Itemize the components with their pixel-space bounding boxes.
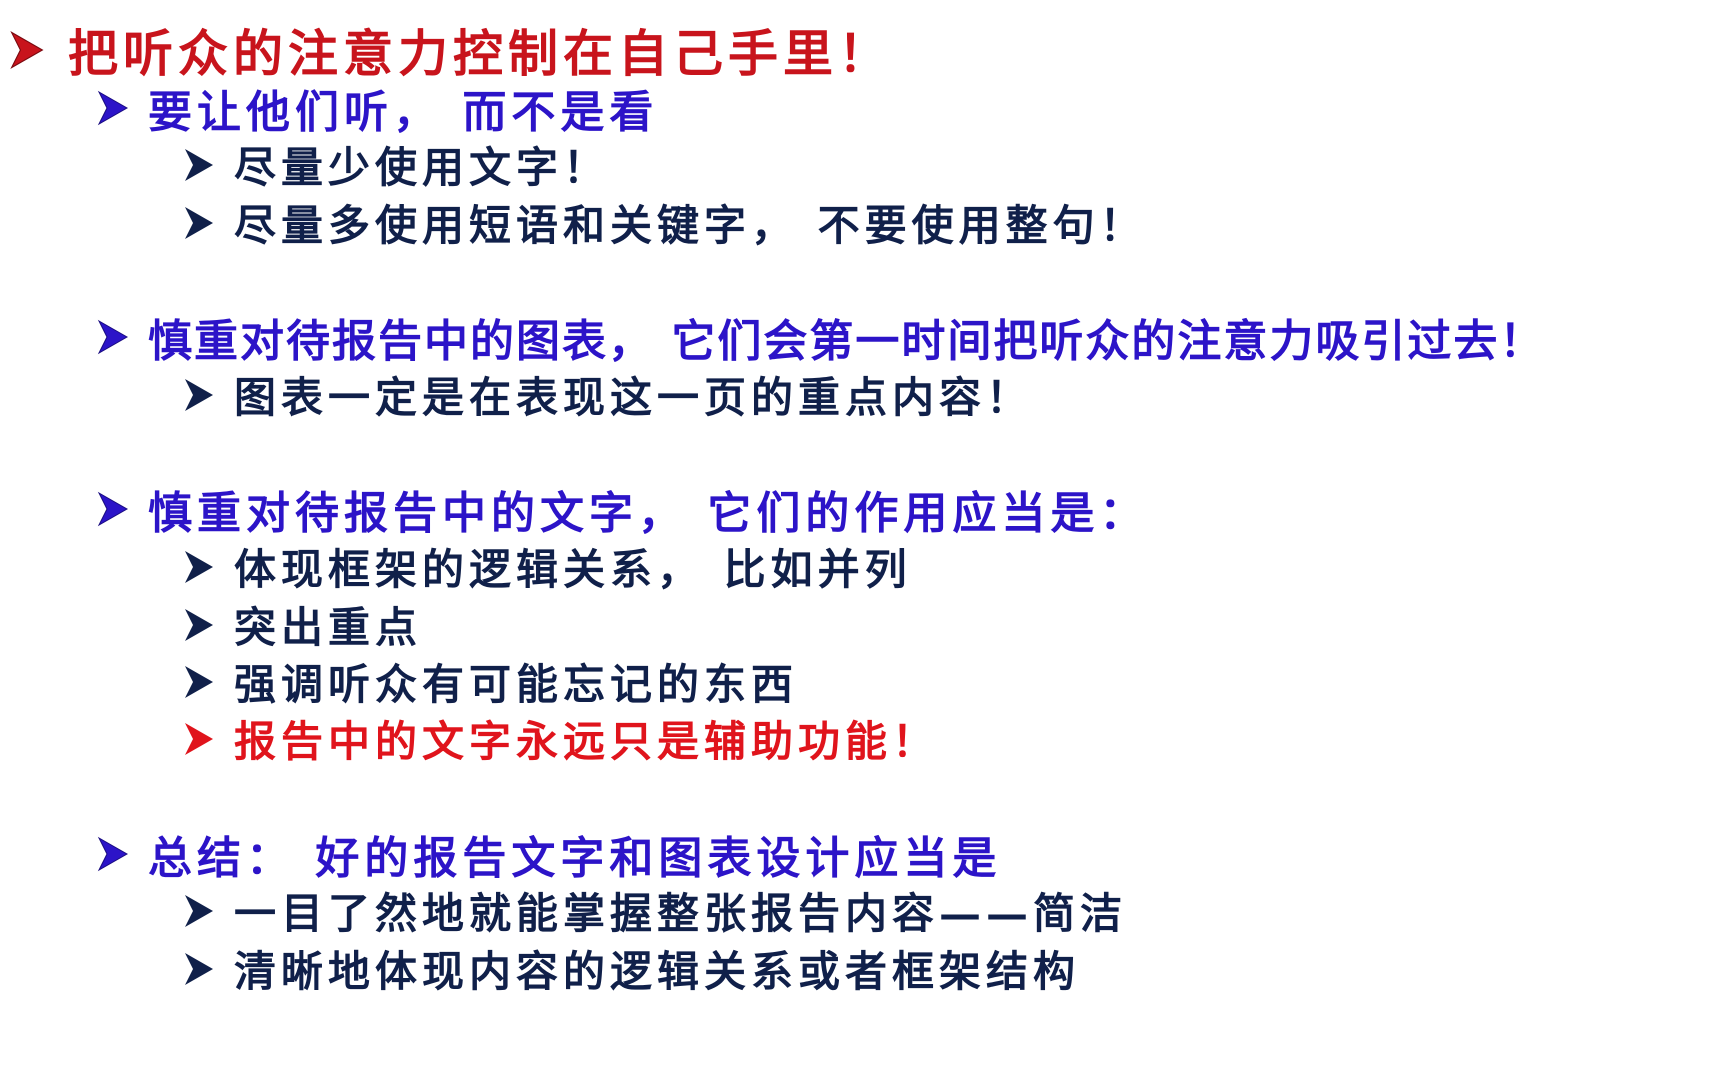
bullet-item-text: 尽量多使用短语和关键字， 不要使用整句！ xyxy=(234,201,1147,250)
arrowhead-bullet-icon xyxy=(182,547,216,587)
bullet-item-row: 一目了然地就能掌握整张报告内容——简洁 xyxy=(182,880,1127,941)
section-heading-row: 慎重对待报告中的文字， 它们的作用应当是： xyxy=(96,477,1148,541)
bullet-item-row: 强调听众有可能忘记的东西 xyxy=(182,651,798,712)
arrowhead-bullet-icon xyxy=(8,28,46,72)
slide: 把听众的注意力控制在自己手里！ 要让他们听， 而不是看 尽量少使用文字！ 尽量多… xyxy=(0,0,1711,1085)
arrowhead-bullet-icon xyxy=(182,203,216,243)
bullet-item-row: 清晰地体现内容的逻辑关系或者框架结构 xyxy=(182,938,1080,999)
arrowhead-bullet-icon xyxy=(96,88,130,128)
bullet-item-row: 尽量多使用短语和关键字， 不要使用整句！ xyxy=(182,192,1147,253)
section-heading: 慎重对待报告中的文字， 它们的作用应当是： xyxy=(148,488,1149,539)
section-heading-row: 慎重对待报告中的图表， 它们会第一时间把听众的注意力吸引过去！ xyxy=(96,305,1545,369)
bullet-item-text: 强调听众有可能忘记的东西 xyxy=(234,660,799,709)
arrowhead-bullet-icon xyxy=(182,605,216,645)
arrowhead-bullet-icon xyxy=(182,719,216,759)
bullet-item-text: 图表一定是在表现这一页的重点内容！ xyxy=(234,373,1034,422)
arrowhead-bullet-icon xyxy=(96,489,130,529)
bullet-item-text: 突出重点 xyxy=(234,603,423,652)
bullet-item-text: 体现框架的逻辑关系， 比如并列 xyxy=(234,545,912,594)
arrowhead-bullet-icon xyxy=(182,375,216,415)
bullet-item-row: 图表一定是在表现这一页的重点内容！ xyxy=(182,364,1033,425)
bullet-item-row-emphasis: 报告中的文字永远只是辅助功能！ xyxy=(182,708,939,769)
bullet-item-row: 体现框架的逻辑关系， 比如并列 xyxy=(182,536,912,597)
arrowhead-bullet-icon xyxy=(182,949,216,989)
arrowhead-bullet-icon xyxy=(96,317,130,357)
section-heading: 总结： 好的报告文字和图表设计应当是 xyxy=(148,833,1002,884)
bullet-item-text: 清晰地体现内容的逻辑关系或者框架结构 xyxy=(234,947,1081,996)
section-heading: 慎重对待报告中的图表， 它们会第一时间把听众的注意力吸引过去！ xyxy=(148,316,1546,367)
arrowhead-bullet-icon xyxy=(96,834,130,874)
bullet-item-text-emphasis: 报告中的文字永远只是辅助功能！ xyxy=(234,717,940,766)
arrowhead-bullet-icon xyxy=(182,145,216,185)
bullet-item-row: 尽量少使用文字！ xyxy=(182,134,610,195)
arrowhead-bullet-icon xyxy=(182,662,216,702)
bullet-item-text: 尽量少使用文字！ xyxy=(234,143,611,192)
section-heading-row: 要让他们听， 而不是看 xyxy=(96,76,658,140)
bullet-item-row: 突出重点 xyxy=(182,594,422,655)
section-heading: 要让他们听， 而不是看 xyxy=(148,87,659,138)
bullet-item-text: 一目了然地就能掌握整张报告内容——简洁 xyxy=(234,889,1128,938)
arrowhead-bullet-icon xyxy=(182,891,216,931)
section-heading-row: 总结： 好的报告文字和图表设计应当是 xyxy=(96,822,1001,886)
